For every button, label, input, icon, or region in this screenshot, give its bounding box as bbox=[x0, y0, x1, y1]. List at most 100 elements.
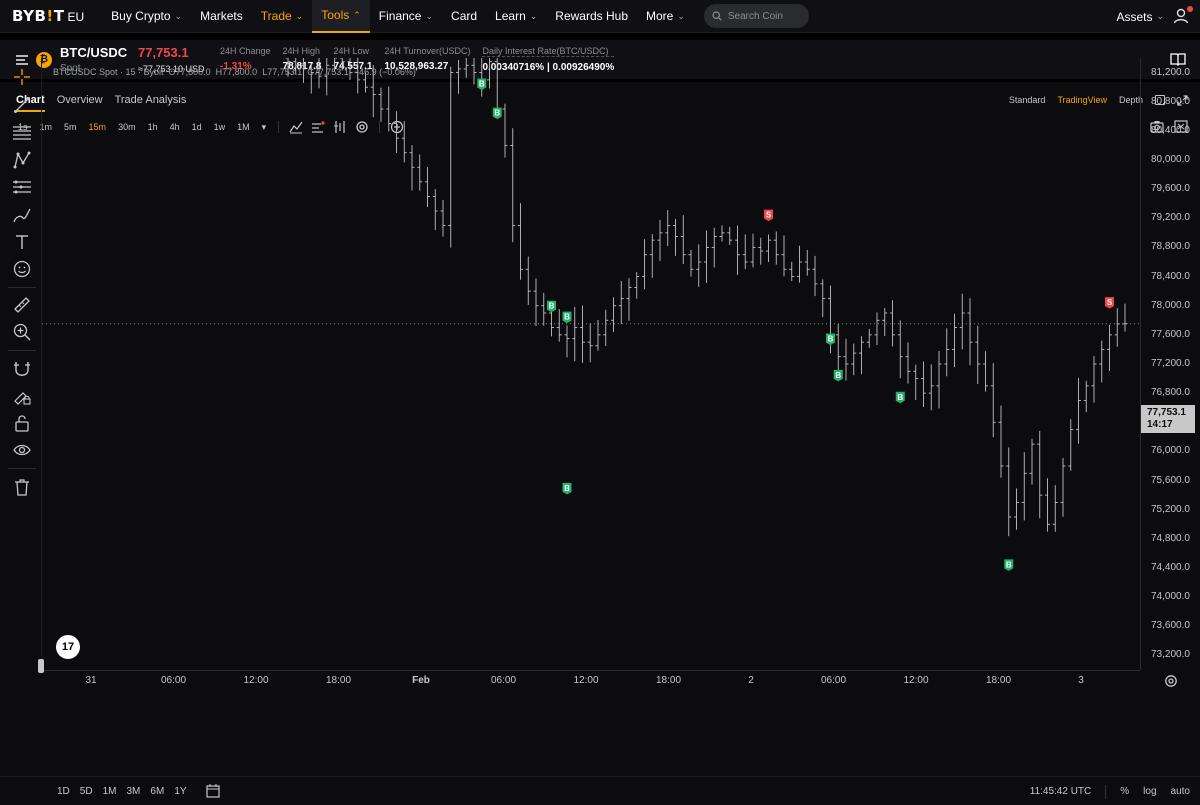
fib-icon[interactable] bbox=[13, 178, 31, 196]
range-1M[interactable]: 1M bbox=[98, 786, 122, 797]
ohlc-bar bbox=[1107, 324, 1112, 371]
tools-divider bbox=[8, 350, 36, 351]
x-tick-label: 12:00 bbox=[243, 675, 269, 686]
nav-item-card[interactable]: Card bbox=[442, 0, 486, 33]
emoji-icon[interactable] bbox=[13, 260, 31, 278]
ohlc-bar bbox=[1083, 380, 1089, 413]
x-tick-label: 18:00 bbox=[985, 675, 1012, 686]
buy-marker[interactable]: B bbox=[477, 78, 487, 91]
log-toggle[interactable]: log bbox=[1143, 786, 1156, 797]
ohlc-bar bbox=[1060, 457, 1066, 517]
logo-region: EU bbox=[67, 10, 85, 24]
ohlc-bar bbox=[572, 306, 578, 362]
ohlc-bar bbox=[704, 230, 709, 283]
magnet-icon[interactable] bbox=[13, 360, 31, 378]
marker-label: S bbox=[766, 211, 772, 220]
buy-marker[interactable]: B bbox=[492, 107, 502, 120]
range-6M[interactable]: 6M bbox=[145, 786, 169, 797]
buy-marker[interactable]: B bbox=[562, 311, 572, 324]
nav-item-label: Tools bbox=[321, 8, 350, 22]
price-chart[interactable]: BBBBBSBBBBS bbox=[42, 58, 1140, 670]
range-1Y[interactable]: 1Y bbox=[169, 786, 191, 797]
auto-toggle[interactable]: auto bbox=[1171, 786, 1190, 797]
bybit-logo[interactable]: BYB!T EU bbox=[12, 7, 84, 25]
percent-toggle[interactable]: % bbox=[1120, 786, 1129, 797]
price-tag-value: 77,753.1 bbox=[1147, 407, 1186, 418]
ohlc-bar bbox=[649, 234, 655, 278]
stat-label: 24H High bbox=[282, 46, 321, 56]
ohlc-bar bbox=[866, 328, 872, 348]
marker-label: B bbox=[835, 371, 841, 380]
sell-marker[interactable]: S bbox=[764, 209, 773, 222]
x-tick-label: 3 bbox=[1078, 675, 1084, 686]
chevron-down-icon: ⌄ bbox=[295, 10, 304, 21]
collapse-handle[interactable] bbox=[38, 659, 44, 673]
x-tick-label: Feb bbox=[412, 675, 430, 686]
range-3M[interactable]: 3M bbox=[122, 786, 146, 797]
nav-item-markets[interactable]: Markets bbox=[191, 0, 252, 33]
trendline-icon[interactable] bbox=[13, 96, 31, 114]
stat-label[interactable]: Daily Interest Rate(BTC/USDC) bbox=[482, 46, 615, 57]
ohlc-bar bbox=[394, 111, 399, 153]
tradingview-logo[interactable]: 17 bbox=[56, 635, 80, 659]
range-1D[interactable]: 1D bbox=[52, 786, 75, 797]
lock-drawing-icon[interactable] bbox=[13, 387, 31, 405]
unlock-icon[interactable] bbox=[13, 414, 31, 432]
nav-item-more[interactable]: More ⌄ bbox=[637, 0, 694, 33]
chevron-down-icon: ⌄ bbox=[174, 10, 183, 21]
time-axis[interactable]: 31 06:00 12:00 18:00 Feb 06:00 12:00 18:00 2 06:0… bbox=[42, 670, 1140, 692]
x-tick-label: 06:00 bbox=[160, 675, 187, 686]
ohlc-bar bbox=[432, 189, 438, 231]
ohlc-bar bbox=[510, 128, 516, 243]
nav-item-rewards-hub[interactable]: Rewards Hub bbox=[546, 0, 637, 33]
axis-settings-icon[interactable] bbox=[1164, 674, 1178, 688]
price-axis[interactable]: 81,200.0 80,800.0 80,400.0 80,000.0 79,600.0… bbox=[1140, 58, 1200, 670]
nav-item-buy-crypto[interactable]: Buy Crypto ⌄ bbox=[102, 0, 191, 33]
buy-marker[interactable]: B bbox=[1004, 559, 1014, 571]
ohlc-bar bbox=[843, 338, 849, 381]
zoom-in-icon[interactable] bbox=[13, 323, 31, 341]
buy-marker[interactable]: B bbox=[826, 333, 835, 346]
ohlc-bar bbox=[580, 305, 585, 363]
x-tick-label: 18:00 bbox=[325, 675, 352, 686]
brush-icon[interactable] bbox=[13, 206, 31, 224]
nav-item-label: Trade bbox=[260, 9, 292, 23]
trash-icon[interactable] bbox=[13, 478, 31, 496]
nav-item-finance[interactable]: Finance ⌄ bbox=[370, 0, 442, 33]
crosshair-icon[interactable] bbox=[13, 68, 31, 86]
buy-marker[interactable]: B bbox=[562, 482, 572, 495]
nav-item-tools[interactable]: Tools ⌃ bbox=[312, 0, 370, 33]
utc-clock[interactable]: 11:45:42 UTC bbox=[1030, 786, 1092, 797]
y-tick-label: 75,600.0 bbox=[1151, 474, 1190, 486]
ohlc-bar bbox=[642, 239, 647, 290]
date-range-icon[interactable] bbox=[205, 784, 220, 798]
ohlc-bar bbox=[959, 293, 965, 350]
horizontal-lines-icon[interactable] bbox=[13, 124, 31, 142]
ohlc-bar bbox=[564, 325, 570, 358]
search-input[interactable]: Search Coin bbox=[703, 4, 809, 28]
buy-marker[interactable]: B bbox=[895, 391, 905, 404]
ohlc-bar bbox=[936, 350, 942, 409]
eye-icon[interactable] bbox=[13, 441, 31, 459]
buy-marker[interactable]: B bbox=[833, 369, 843, 382]
ruler-icon[interactable] bbox=[13, 296, 31, 314]
sell-marker[interactable]: S bbox=[1105, 297, 1114, 309]
nav-item-trade[interactable]: Trade ⌄ bbox=[252, 0, 312, 33]
top-nav: BYB!T EU Buy Crypto ⌄ Markets Trade ⌄ Tools ⌃ F… bbox=[0, 0, 1200, 33]
ohlc-bar bbox=[386, 86, 392, 132]
ohlc-bar bbox=[812, 255, 818, 297]
nav-item-learn[interactable]: Learn ⌄ bbox=[486, 0, 546, 33]
ohlc-bar bbox=[417, 154, 423, 191]
assets-menu[interactable]: Assets ⌄ bbox=[1116, 0, 1164, 33]
text-icon[interactable] bbox=[13, 233, 31, 251]
buy-marker[interactable]: B bbox=[547, 300, 556, 313]
y-tick-label: 80,800.0 bbox=[1151, 95, 1190, 107]
ohlc-bar bbox=[1099, 340, 1105, 383]
ohlc-bar bbox=[603, 309, 609, 347]
ohlc-bar bbox=[518, 203, 523, 280]
ohlc-bar bbox=[820, 279, 826, 318]
x-tick-label: 12:00 bbox=[573, 675, 599, 686]
pattern-icon[interactable] bbox=[13, 151, 31, 169]
y-tick-label: 77,600.0 bbox=[1151, 328, 1190, 340]
range-5D[interactable]: 5D bbox=[75, 786, 98, 797]
